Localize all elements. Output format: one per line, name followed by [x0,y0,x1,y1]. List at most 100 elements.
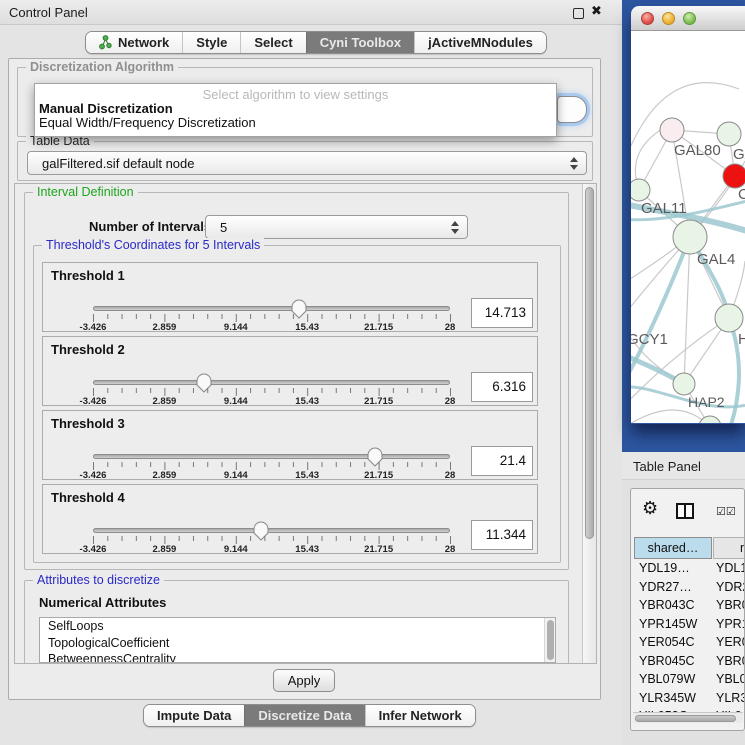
table-data-combo[interactable]: galFiltered.sif default node [27,151,587,175]
cell-shared-name[interactable]: YDR27… [639,578,692,597]
attribute-item-topologicalcoefficient[interactable]: TopologicalCoefficient [40,635,555,652]
slider-track[interactable] [93,528,450,533]
tick-label: 9.144 [211,470,261,481]
threshold-row: Threshold 2 -3.4262.8599.14415.4321.7152… [42,336,538,406]
algorithm-dropdown-popup: Select algorithm to view settings Manual… [34,83,557,137]
tick-label: 2.859 [139,544,189,555]
tab-discretize-data[interactable]: Discretize Data [244,705,364,726]
horizontal-scrollbar-thumb[interactable] [635,715,736,722]
attribute-item-betweennesscentrality[interactable]: BetweennessCentrality [40,651,555,663]
table-row[interactable]: YPR145W YPR1 [634,615,745,634]
tick-label: 21.715 [354,470,404,481]
attributes-scrollbar[interactable] [544,618,555,662]
table-row[interactable]: YBR043C YBR0 [634,596,745,615]
slider-track[interactable] [93,380,450,385]
network-node[interactable] [715,304,743,332]
float-window-icon[interactable] [573,8,584,19]
cell-shared-name[interactable]: YBR045C [639,652,695,671]
cell-name[interactable]: YBR0 [716,652,745,671]
table-row[interactable]: YBR045C YBR0 [634,652,745,671]
cell-name[interactable]: YER0 [716,633,745,652]
column-header-shared[interactable]: shared… [634,537,712,559]
vertical-scrollbar-thumb[interactable] [585,187,594,539]
slider-tick-labels: -3.4262.8599.14415.4321.71528 [93,544,451,554]
select-columns-icon[interactable]: ☑☑ [716,505,736,518]
threshold-label: Threshold 3 [51,416,125,431]
network-icon [99,35,112,50]
network-node[interactable] [660,118,684,142]
tick-label: 2.859 [139,322,189,333]
column-header-name[interactable]: n [713,537,745,559]
network-node[interactable] [723,164,745,188]
attributes-scrollbar-thumb[interactable] [547,620,554,660]
tick-label: 15.43 [282,470,332,481]
number-of-intervals-combo[interactable]: 5 [205,215,468,239]
cell-name[interactable]: YDR2 [716,578,745,597]
tick-label: 28 [425,470,475,481]
table-row[interactable]: YLR345W YLR3 [634,689,745,708]
threshold-value-field[interactable]: 6.316 [471,372,533,402]
vertical-scrollbar[interactable] [582,184,596,663]
tab-impute-data[interactable]: Impute Data [144,705,244,726]
cell-name[interactable]: YBR0 [716,596,745,615]
cell-shared-name[interactable]: YER054C [639,633,695,652]
algorithm-option-manual-discretization[interactable]: Manual Discretization [39,101,173,116]
network-node[interactable] [699,416,721,423]
numerical-attributes-list: SelfLoopsTopologicalCoefficientBetweenne… [39,617,556,663]
combo-stepper-icon [570,156,579,171]
interval-definition-label: Interval Definition [33,185,138,199]
network-canvas[interactable]: GAL80GACGAL11GAL4GCY1HHAP2 [631,31,745,423]
tab-style[interactable]: Style [182,32,240,53]
threshold-value-field[interactable]: 21.4 [471,446,533,476]
zoom-traffic-light-icon[interactable] [683,12,696,25]
cell-name[interactable]: YPR1 [716,615,745,634]
apply-button[interactable]: Apply [273,669,335,692]
tab-label: Network [118,35,169,50]
tick-label: 2.859 [139,470,189,481]
table-row[interactable]: YDL19… YDL1 [634,559,745,578]
cell-shared-name[interactable]: YBL079W [639,670,695,689]
algorithm-combo-focus-ring[interactable] [557,96,587,123]
cell-shared-name[interactable]: YPR145W [639,615,697,634]
network-node-label: H [738,331,745,348]
tab-network[interactable]: Network [86,32,182,53]
network-node-label: C [738,186,745,203]
tab-cyni-toolbox[interactable]: Cyni Toolbox [306,32,414,53]
network-node-label: GA [733,146,745,163]
table-row[interactable]: YER054C YER0 [634,633,745,652]
cell-name[interactable]: YDL1 [716,559,745,578]
close-traffic-light-icon[interactable] [641,12,654,25]
close-icon[interactable]: ✖ [591,4,602,19]
tab-select[interactable]: Select [240,32,305,53]
table-row[interactable]: YDR27… YDR2 [634,578,745,597]
cell-name[interactable]: YLR3 [716,689,745,708]
tick-label: -3.426 [68,322,118,333]
attribute-item-selfloops[interactable]: SelfLoops [40,618,555,635]
threshold-value-field[interactable]: 11.344 [471,520,533,550]
network-node[interactable] [673,373,695,395]
slider-track[interactable] [93,306,450,311]
algorithm-option-equal-width-frequency-discretization[interactable]: Equal Width/Frequency Discretization [39,115,256,130]
cell-shared-name[interactable]: YLR345W [639,689,696,708]
horizontal-scrollbar[interactable] [633,712,743,723]
cell-shared-name[interactable]: YBR043C [639,596,695,615]
network-window-titlebar[interactable] [631,6,745,31]
tick-label: 28 [425,544,475,555]
minimize-traffic-light-icon[interactable] [662,12,675,25]
slider-track[interactable] [93,454,450,459]
split-columns-icon[interactable] [676,503,694,519]
threshold-value-field[interactable]: 14.713 [471,298,533,328]
cell-shared-name[interactable]: YDL19… [639,559,690,578]
tab-jactivemnodules[interactable]: jActiveMNodules [414,32,546,53]
numerical-attributes-label: Numerical Attributes [39,595,166,610]
threshold-label: Threshold 2 [51,342,125,357]
thresholds-group: Threshold's Coordinates for 5 Intervals … [33,245,561,563]
network-node[interactable] [673,220,707,254]
table-row[interactable]: YBL079W YBL0 [634,670,745,689]
tab-infer-network[interactable]: Infer Network [365,705,475,726]
settings-scroll-area: Interval Definition Number of Intervals … [14,183,597,664]
cell-name[interactable]: YBL0 [716,670,745,689]
number-of-intervals-value: 5 [220,220,227,235]
gear-icon[interactable]: ⚙ [642,500,658,518]
network-node[interactable] [631,179,650,201]
